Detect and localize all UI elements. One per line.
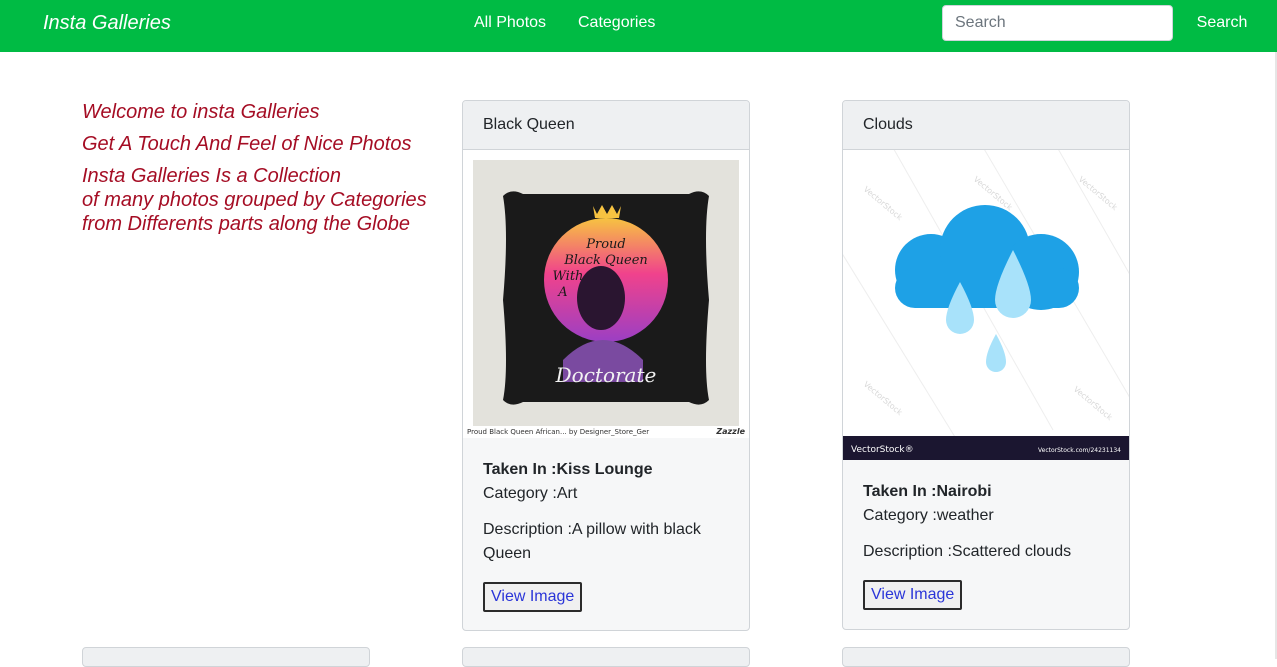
welcome-section: Welcome to insta Galleries Get A Touch A… — [82, 100, 442, 236]
card-body: Taken In :Kiss Lounge Category :Art Desc… — [463, 438, 749, 612]
navbar: Insta Galleries All Photos Categories Se… — [0, 0, 1277, 52]
welcome-description-line-3: from Differents parts along the Globe — [82, 213, 410, 235]
photo-card-clouds: Clouds VectorStock VectorStock VectorSto… — [842, 100, 1130, 630]
welcome-tagline: Get A Touch And Feel of Nice Photos — [82, 133, 412, 155]
welcome-heading: Welcome to insta Galleries — [82, 101, 320, 123]
card-description: Description :A pillow with black Queen — [483, 521, 701, 562]
photo-card-partial — [82, 647, 370, 667]
card-taken-in: Taken In :Kiss Lounge — [483, 461, 653, 478]
pillow-text-a: A — [557, 285, 567, 300]
nav-link-categories[interactable]: Categories — [578, 14, 655, 32]
photo-card-partial — [462, 647, 750, 667]
pillow-text-black-queen: Black Queen — [563, 253, 648, 268]
card-category: Category :Art — [483, 485, 578, 502]
view-image-button[interactable]: View Image — [863, 580, 963, 610]
card-title: Black Queen — [463, 101, 749, 150]
photo-card-partial — [842, 647, 1130, 667]
view-image-button[interactable]: View Image — [483, 582, 583, 612]
brand-logo[interactable]: Insta Galleries — [43, 12, 171, 35]
nav-link-all-photos[interactable]: All Photos — [474, 14, 546, 32]
welcome-description-line-1: Insta Galleries Is a Collection — [82, 165, 342, 187]
search-button[interactable]: Search — [1185, 5, 1259, 41]
card-title: Clouds — [843, 101, 1129, 150]
search-input[interactable] — [942, 5, 1173, 41]
vectorstock-footer-url: VectorStock.com/24231134 — [1038, 447, 1121, 454]
photo-card-black-queen: Black Queen Proud Black Queen With A Doc… — [462, 100, 750, 631]
pillow-text-with: With — [553, 269, 584, 284]
vectorstock-footer-logo: VectorStock® — [851, 445, 914, 455]
pillow-text-proud: Proud — [585, 237, 625, 252]
photo-black-queen-pillow[interactable]: Proud Black Queen With A Doctorate Proud… — [463, 150, 749, 438]
card-body: Taken In :Nairobi Category :weather Desc… — [843, 460, 1129, 610]
photo-clouds-rain[interactable]: VectorStock VectorStock VectorStock Vect… — [843, 150, 1129, 460]
welcome-description-line-2: of many photos grouped by Categories — [82, 189, 427, 211]
card-description: Description :Scattered clouds — [863, 543, 1072, 560]
pillow-caption: Proud Black Queen African... by Designer… — [467, 428, 649, 436]
pillow-text-doctorate: Doctorate — [555, 363, 657, 387]
zazzle-brand: Zazzle — [715, 427, 745, 436]
card-category: Category :weather — [863, 507, 994, 524]
card-taken-in: Taken In :Nairobi — [863, 483, 992, 500]
